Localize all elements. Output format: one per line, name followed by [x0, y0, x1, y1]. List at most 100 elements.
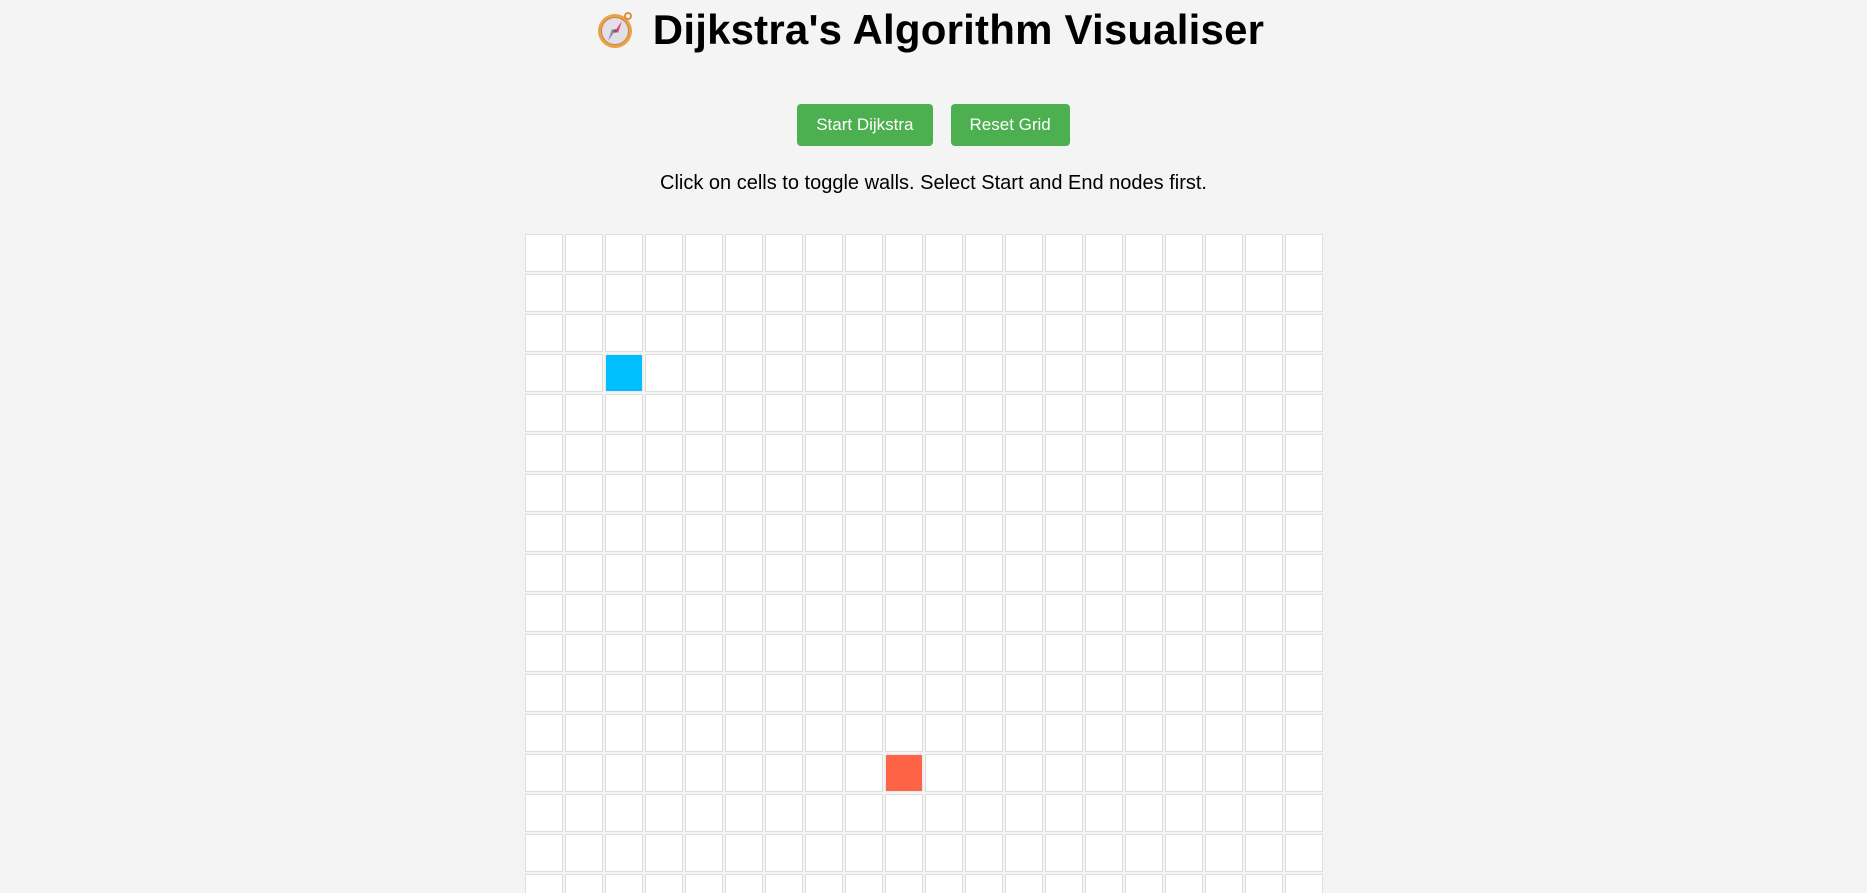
grid-cell[interactable] [525, 514, 563, 552]
grid-cell[interactable] [645, 434, 683, 472]
grid-cell[interactable] [1245, 674, 1283, 712]
grid-cell[interactable] [1125, 354, 1163, 392]
grid-cell[interactable] [1285, 474, 1323, 512]
grid-cell[interactable] [1005, 354, 1043, 392]
grid-cell[interactable] [805, 674, 843, 712]
grid-cell[interactable] [605, 514, 643, 552]
grid-cell[interactable] [645, 274, 683, 312]
grid-cell[interactable] [685, 354, 723, 392]
grid-cell[interactable] [805, 874, 843, 893]
grid-cell[interactable] [845, 634, 883, 672]
grid-cell[interactable] [645, 354, 683, 392]
grid-cell[interactable] [725, 514, 763, 552]
grid-cell[interactable] [1125, 554, 1163, 592]
end-node-cell[interactable] [885, 754, 923, 792]
grid-cell[interactable] [845, 554, 883, 592]
grid-cell[interactable] [565, 754, 603, 792]
grid-cell[interactable] [685, 754, 723, 792]
grid-cell[interactable] [645, 794, 683, 832]
grid-cell[interactable] [1245, 834, 1283, 872]
grid-cell[interactable] [965, 874, 1003, 893]
grid-cell[interactable] [1045, 554, 1083, 592]
grid-cell[interactable] [1285, 794, 1323, 832]
grid-cell[interactable] [1045, 314, 1083, 352]
grid-cell[interactable] [725, 674, 763, 712]
grid-cell[interactable] [765, 634, 803, 672]
grid-cell[interactable] [1085, 594, 1123, 632]
grid-cell[interactable] [605, 634, 643, 672]
grid-cell[interactable] [1285, 514, 1323, 552]
grid-cell[interactable] [885, 634, 923, 672]
grid-cell[interactable] [565, 514, 603, 552]
grid-cell[interactable] [845, 514, 883, 552]
grid-cell[interactable] [1165, 794, 1203, 832]
grid-cell[interactable] [1125, 434, 1163, 472]
grid-cell[interactable] [1205, 514, 1243, 552]
grid-cell[interactable] [885, 474, 923, 512]
grid-cell[interactable] [885, 834, 923, 872]
grid-cell[interactable] [645, 834, 683, 872]
grid-cell[interactable] [1085, 434, 1123, 472]
grid-cell[interactable] [965, 514, 1003, 552]
grid-cell[interactable] [1045, 674, 1083, 712]
grid-cell[interactable] [565, 274, 603, 312]
grid-cell[interactable] [605, 754, 643, 792]
grid-cell[interactable] [1085, 874, 1123, 893]
grid-cell[interactable] [765, 714, 803, 752]
grid-cell[interactable] [1165, 394, 1203, 432]
grid-cell[interactable] [1005, 594, 1043, 632]
grid-cell[interactable] [1085, 474, 1123, 512]
grid-cell[interactable] [1165, 314, 1203, 352]
grid-cell[interactable] [1245, 434, 1283, 472]
grid-cell[interactable] [885, 274, 923, 312]
grid-cell[interactable] [1205, 834, 1243, 872]
grid-cell[interactable] [685, 794, 723, 832]
grid-cell[interactable] [1125, 674, 1163, 712]
grid-cell[interactable] [1205, 234, 1243, 272]
grid-cell[interactable] [845, 594, 883, 632]
grid-cell[interactable] [765, 354, 803, 392]
grid-cell[interactable] [885, 314, 923, 352]
grid-cell[interactable] [1085, 554, 1123, 592]
grid-cell[interactable] [845, 314, 883, 352]
grid-cell[interactable] [1205, 714, 1243, 752]
grid-cell[interactable] [525, 714, 563, 752]
grid-cell[interactable] [765, 754, 803, 792]
grid-cell[interactable] [1005, 274, 1043, 312]
grid-cell[interactable] [1205, 594, 1243, 632]
grid-cell[interactable] [1085, 354, 1123, 392]
grid-cell[interactable] [1205, 634, 1243, 672]
grid-cell[interactable] [1245, 714, 1283, 752]
grid-cell[interactable] [1045, 474, 1083, 512]
grid-cell[interactable] [885, 514, 923, 552]
grid-cell[interactable] [645, 594, 683, 632]
grid-cell[interactable] [805, 474, 843, 512]
reset-grid-button[interactable]: Reset Grid [950, 104, 1070, 146]
grid-cell[interactable] [725, 874, 763, 893]
grid-cell[interactable] [1085, 274, 1123, 312]
grid-cell[interactable] [1125, 594, 1163, 632]
grid-cell[interactable] [1085, 714, 1123, 752]
grid-cell[interactable] [725, 394, 763, 432]
grid-cell[interactable] [925, 514, 963, 552]
grid-cell[interactable] [605, 874, 643, 893]
grid-cell[interactable] [685, 594, 723, 632]
grid-cell[interactable] [845, 234, 883, 272]
grid-cell[interactable] [605, 794, 643, 832]
grid-cell[interactable] [1285, 274, 1323, 312]
grid-cell[interactable] [1045, 834, 1083, 872]
grid-cell[interactable] [1285, 314, 1323, 352]
grid-cell[interactable] [1085, 674, 1123, 712]
grid-cell[interactable] [685, 514, 723, 552]
grid-cell[interactable] [1085, 394, 1123, 432]
grid-cell[interactable] [1125, 634, 1163, 672]
grid-cell[interactable] [1005, 474, 1043, 512]
grid-cell[interactable] [1245, 594, 1283, 632]
grid-cell[interactable] [645, 474, 683, 512]
grid-cell[interactable] [605, 554, 643, 592]
grid-cell[interactable] [525, 394, 563, 432]
grid-cell[interactable] [685, 274, 723, 312]
grid-cell[interactable] [925, 314, 963, 352]
grid-cell[interactable] [1045, 234, 1083, 272]
grid-cell[interactable] [605, 834, 643, 872]
